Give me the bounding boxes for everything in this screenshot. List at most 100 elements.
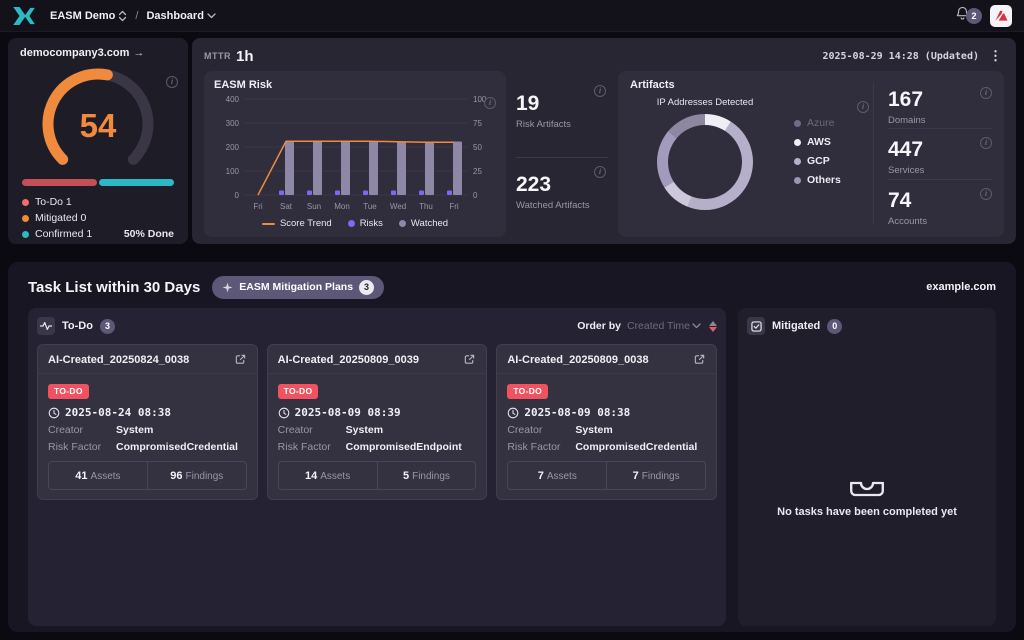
order-by-select[interactable]: Created Time [627, 320, 701, 332]
clock-icon [278, 407, 290, 419]
svg-text:0: 0 [235, 191, 240, 200]
org-name: EASM Demo [50, 10, 115, 22]
accounts-info-icon[interactable]: i [980, 188, 992, 200]
score-domain-link[interactable]: democompany3.com → [20, 47, 176, 59]
assets-count: 41 [75, 470, 87, 482]
task-title: AI-Created_20250809_0038 [507, 354, 648, 366]
updown-chevron-icon [118, 10, 127, 22]
svg-text:0: 0 [473, 191, 478, 200]
domains-info-icon[interactable]: i [980, 87, 992, 99]
mitigated-dot-icon [22, 215, 29, 222]
card-divider [268, 373, 487, 374]
clock-icon [48, 407, 60, 419]
mitigated-heading: Mitigated [772, 320, 820, 332]
legend-risks[interactable]: Risks [348, 218, 383, 229]
legend-azure[interactable]: Azure [794, 117, 841, 129]
external-link-icon[interactable] [234, 353, 247, 366]
aws-label: AWS [807, 136, 831, 148]
findings-count: 96 [170, 470, 182, 482]
risks-label: Risks [360, 218, 383, 229]
status-badge: TO-DO [278, 384, 319, 399]
azure-dot-icon [794, 120, 801, 127]
assets-label: Assets [320, 471, 350, 482]
plans-count-badge: 3 [359, 280, 374, 295]
legend-row-todo: To-Do 1 [22, 194, 174, 210]
services-label: Services [888, 165, 992, 176]
score-info-icon[interactable]: i [166, 76, 178, 88]
svg-text:25: 25 [473, 167, 482, 176]
app-logo-icon[interactable] [12, 7, 36, 25]
donut-title: IP Addresses Detected [657, 97, 753, 108]
risk-factor-value: CompromisedEndpoint [346, 441, 462, 453]
progress-confirmed-segment [99, 179, 174, 186]
empty-state-text: No tasks have been completed yet [777, 506, 957, 518]
aws-dot-icon [794, 139, 801, 146]
plans-button-label: EASM Mitigation Plans [239, 281, 353, 293]
accounts-value: 74 [888, 190, 992, 211]
card-divider [38, 373, 257, 374]
risk-factor-value: CompromisedCredential [575, 441, 697, 453]
accounts-label: Accounts [888, 216, 992, 227]
easm-risk-info-icon[interactable]: i [484, 97, 496, 109]
task-card-stats: 7Assets 7 Findings [507, 461, 706, 490]
account-brand-tile[interactable] [990, 5, 1012, 27]
domains-stat: i 167 Domains [888, 79, 992, 128]
legend-score-trend[interactable]: Score Trend [262, 218, 332, 229]
kebab-menu-icon[interactable]: ⋮ [987, 48, 1004, 64]
mitigated-count-badge: 0 [827, 319, 842, 334]
check-square-icon [747, 317, 765, 335]
task-title: AI-Created_20250809_0039 [278, 354, 419, 366]
artifacts-title: Artifacts [630, 79, 865, 91]
risk-factor-value: CompromisedCredential [116, 441, 238, 453]
gcp-dot-icon [794, 158, 801, 165]
card-divider [497, 373, 716, 374]
svg-text:Mon: Mon [334, 202, 350, 211]
svg-text:75: 75 [473, 119, 482, 128]
sort-direction-toggle[interactable] [709, 321, 717, 332]
domains-label: Domains [888, 115, 992, 126]
findings-label: Findings [642, 471, 680, 482]
creator-value: System [346, 424, 383, 436]
others-dot-icon [794, 177, 801, 184]
activity-icon [37, 317, 55, 335]
svg-text:54: 54 [80, 107, 117, 144]
risk-factor-label: Risk Factor [507, 441, 575, 453]
svg-text:50: 50 [473, 143, 482, 152]
external-link-icon[interactable] [693, 353, 706, 366]
todo-legend-label: To-Do 1 [35, 196, 72, 208]
gcp-label: GCP [807, 155, 830, 167]
score-trend-label: Score Trend [280, 218, 332, 229]
svg-text:Sun: Sun [307, 202, 321, 211]
easm-risk-card: EASM Risk i 01002003004000255075100FriSa… [204, 71, 506, 237]
external-link-icon[interactable] [463, 353, 476, 366]
score-progress-bar [22, 179, 174, 186]
notification-count-badge[interactable]: 2 [966, 8, 982, 24]
task-card[interactable]: AI-Created_20250809_0039 TO-DO 2025-08-0… [267, 344, 488, 500]
svg-text:200: 200 [226, 143, 240, 152]
easm-risk-chart-legend: Score Trend Risks Watched [214, 218, 496, 229]
task-card[interactable]: AI-Created_20250809_0038 TO-DO 2025-08-0… [496, 344, 717, 500]
assets-cell: 7Assets [508, 462, 606, 489]
creator-label: Creator [278, 424, 346, 436]
assets-label: Assets [91, 471, 121, 482]
legend-watched[interactable]: Watched [399, 218, 448, 229]
legend-row-mitigated: Mitigated 0 [22, 210, 174, 226]
watched-artifacts-label: Watched Artifacts [516, 200, 608, 211]
watched-artifacts-info-icon[interactable]: i [594, 166, 606, 178]
risk-artifacts-info-icon[interactable]: i [594, 85, 606, 97]
task-card-stats: 14Assets 5Findings [278, 461, 477, 490]
confirmed-legend-label: Confirmed 1 [35, 228, 92, 240]
legend-others[interactable]: Others [794, 174, 841, 186]
page-switcher[interactable]: Dashboard [146, 10, 215, 22]
task-card[interactable]: AI-Created_20250824_0038 TO-DO 2025-08-2… [37, 344, 258, 500]
artifacts-info-icon[interactable]: i [857, 101, 869, 113]
legend-aws[interactable]: AWS [794, 136, 841, 148]
assets-count: 7 [538, 470, 544, 482]
services-value: 447 [888, 139, 992, 160]
org-switcher[interactable]: EASM Demo [50, 10, 127, 22]
findings-cell: 96Findings [147, 462, 246, 489]
easm-mitigation-plans-button[interactable]: EASM Mitigation Plans 3 [212, 276, 384, 299]
donut-hole [668, 125, 742, 199]
legend-gcp[interactable]: GCP [794, 155, 841, 167]
creator-value: System [116, 424, 153, 436]
